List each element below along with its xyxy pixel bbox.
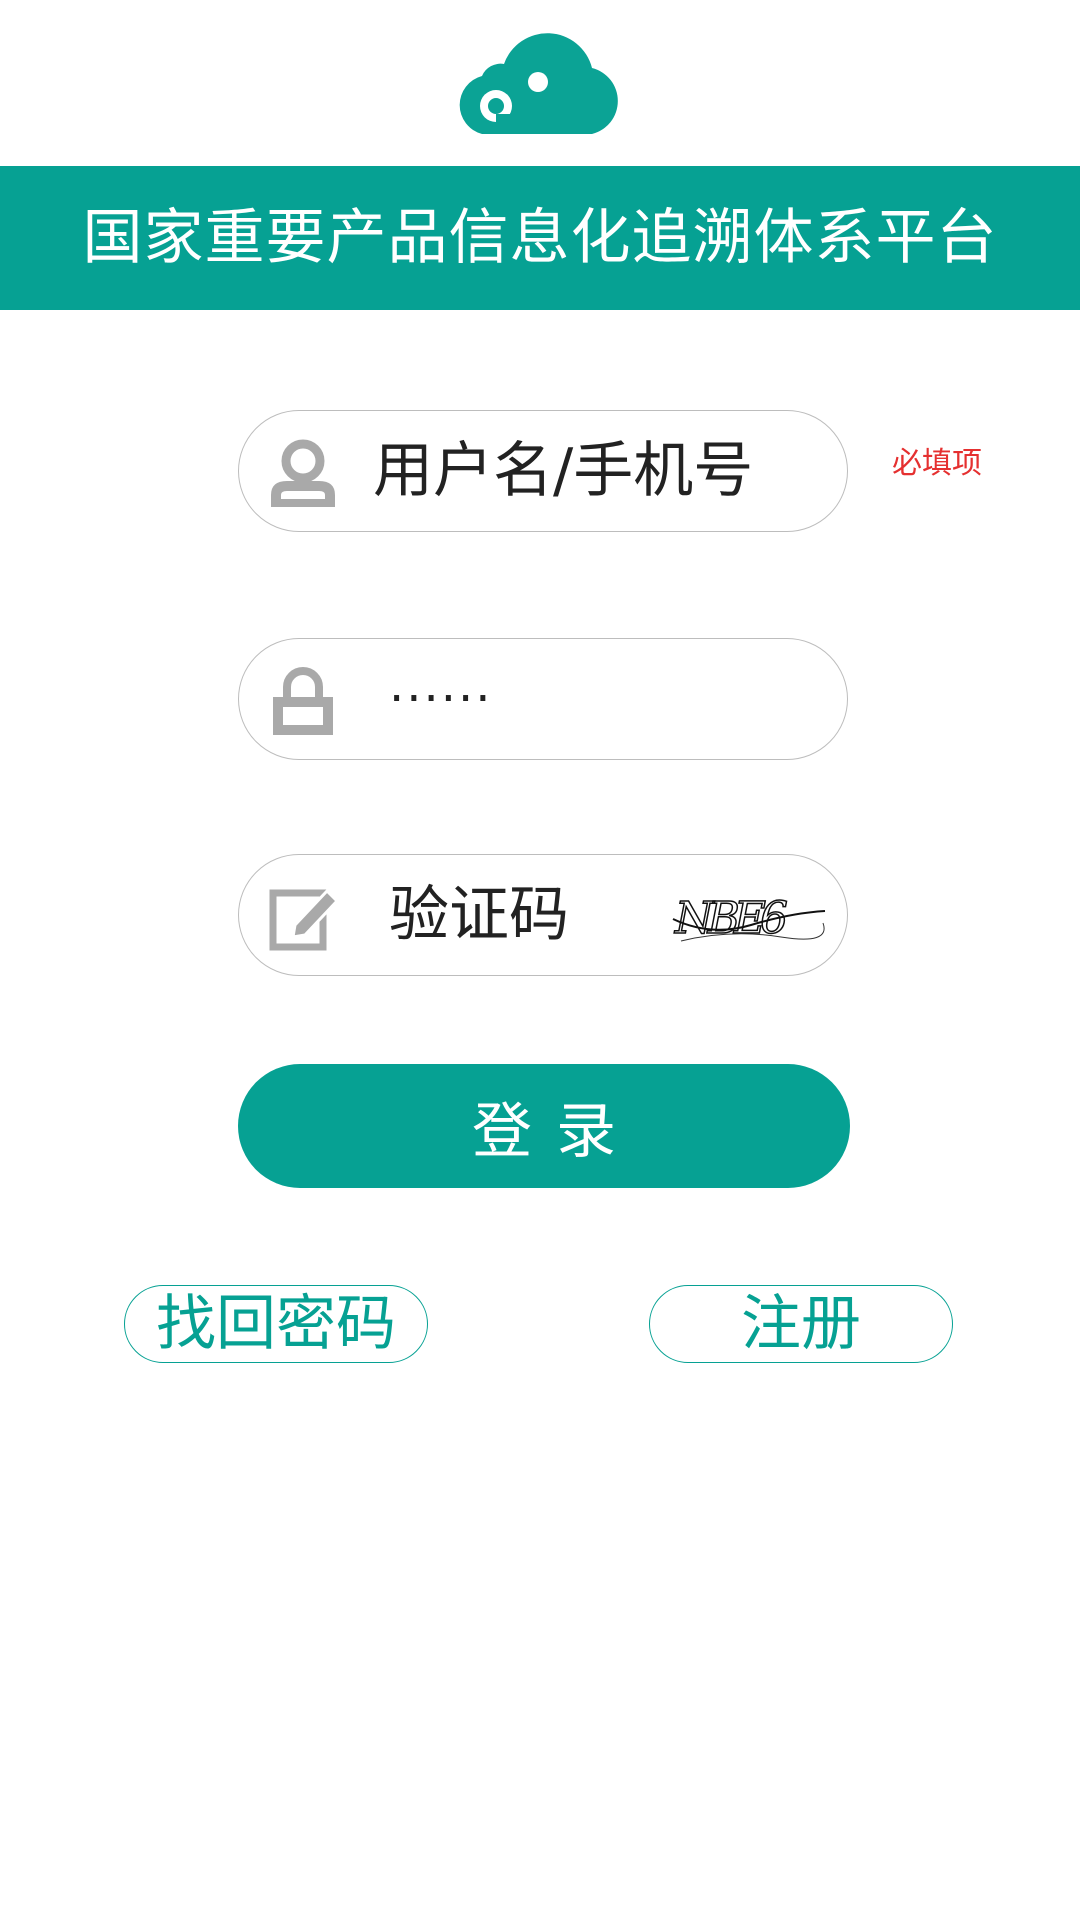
username-input[interactable] — [373, 425, 813, 517]
username-field[interactable] — [238, 410, 848, 532]
page-title: 国家重要产品信息化追溯体系平台 — [82, 203, 998, 273]
forgot-password-button[interactable]: 找回密码 — [124, 1285, 428, 1363]
required-note: 必填项 — [892, 446, 982, 481]
header-banner: 国家重要产品信息化追溯体系平台 — [0, 166, 1080, 310]
captcha-field[interactable]: NBE6 — [238, 854, 848, 976]
user-icon — [267, 437, 339, 509]
password-input[interactable] — [389, 653, 829, 745]
edit-icon — [267, 881, 340, 953]
cloud-logo-icon — [452, 26, 624, 136]
lock-icon — [267, 665, 339, 737]
captcha-image[interactable]: NBE6 — [671, 885, 827, 947]
captcha-input[interactable] — [389, 869, 659, 961]
login-button[interactable]: 登录 — [238, 1064, 850, 1188]
register-button[interactable]: 注册 — [649, 1285, 953, 1363]
captcha-text: NBE6 — [674, 893, 787, 944]
password-field[interactable] — [238, 638, 848, 760]
